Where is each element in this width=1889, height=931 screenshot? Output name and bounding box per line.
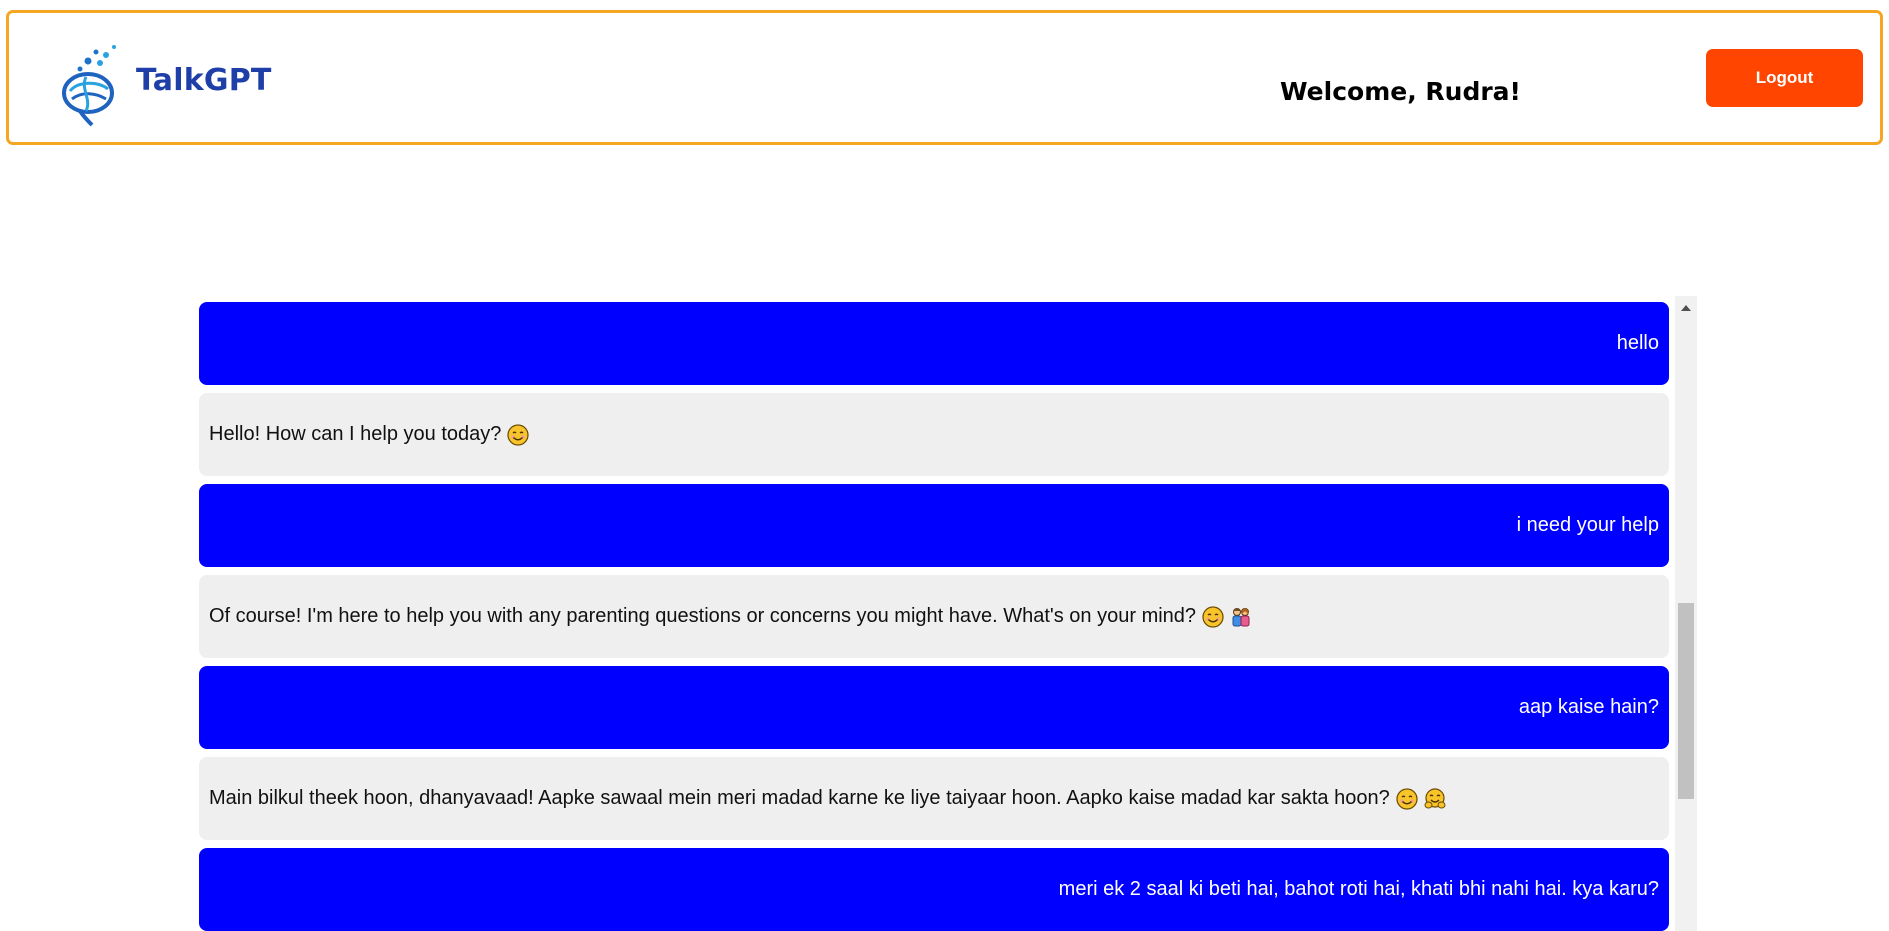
app-header: TalkGPT Welcome, Rudra! Logout	[6, 10, 1883, 145]
logout-button[interactable]: Logout	[1706, 49, 1863, 107]
message-text: Main bilkul theek hoon, dhanyavaad! Aapk…	[209, 787, 1390, 809]
user-message: i need your help	[199, 484, 1669, 567]
scrollbar-thumb[interactable]	[1678, 603, 1694, 799]
smiling-face-icon	[1396, 787, 1418, 810]
bot-message: Hello! How can I help you today?	[199, 393, 1669, 476]
brain-logo-icon[interactable]	[44, 35, 144, 133]
message-text: meri ek 2 saal ki beti hai, bahot roti h…	[1058, 878, 1659, 900]
brand-name: TalkGPT	[136, 63, 272, 98]
user-message: meri ek 2 saal ki beti hai, bahot roti h…	[199, 848, 1669, 931]
scroll-up-arrow-icon[interactable]	[1675, 300, 1697, 316]
smiling-face-icon	[1202, 605, 1224, 628]
message-text: Of course! I'm here to help you with any…	[209, 605, 1197, 627]
bot-message: Main bilkul theek hoon, dhanyavaad! Aapk…	[199, 757, 1669, 840]
bot-message: Of course! I'm here to help you with any…	[199, 575, 1669, 658]
welcome-message: Welcome, Rudra!	[1280, 77, 1521, 106]
chat-scrollbar[interactable]	[1675, 296, 1697, 931]
user-message: aap kaise hain?	[199, 666, 1669, 749]
message-text: hello	[1616, 332, 1659, 354]
hugging-face-icon	[1424, 787, 1446, 808]
message-text: aap kaise hain?	[1518, 696, 1659, 718]
message-text: Hello! How can I help you today?	[209, 423, 502, 445]
message-text: i need your help	[1516, 514, 1659, 536]
chat-history[interactable]: hello Hello! How can I help you today? i…	[199, 296, 1697, 931]
family-icon	[1232, 607, 1250, 626]
user-message: hello	[199, 302, 1669, 385]
smiling-face-icon	[507, 423, 530, 446]
